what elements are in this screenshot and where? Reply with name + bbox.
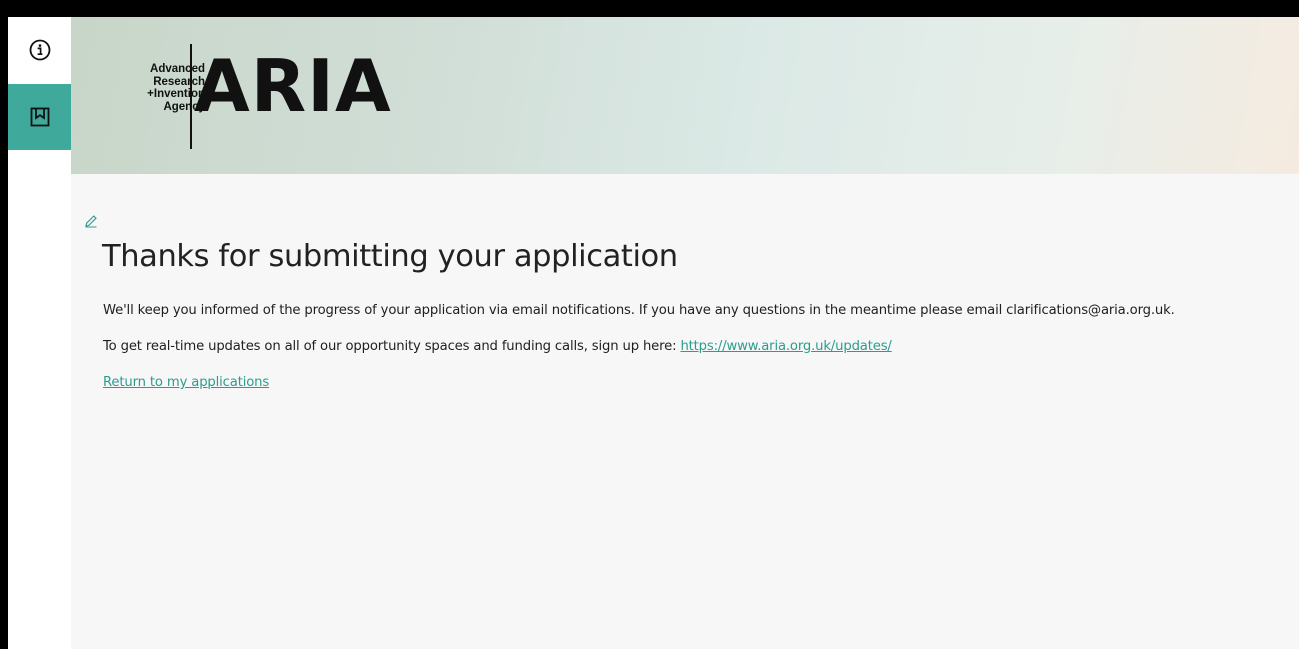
- header-banner: Advanced Research +Invention Agency ARIA: [71, 17, 1299, 174]
- info-paragraph: We'll keep you informed of the progress …: [103, 303, 1175, 318]
- bookmark-icon: [30, 107, 49, 127]
- logo-divider: [190, 44, 192, 149]
- sidebar: [8, 17, 71, 649]
- main-content: Advanced Research +Invention Agency ARIA…: [71, 17, 1299, 649]
- updates-paragraph: To get real-time updates on all of our o…: [103, 339, 892, 354]
- pencil-icon[interactable]: [84, 214, 98, 228]
- updates-text: To get real-time updates on all of our o…: [103, 339, 677, 354]
- updates-link[interactable]: https://www.aria.org.uk/updates/: [680, 339, 891, 354]
- info-circle-icon: [29, 39, 50, 61]
- page-title: Thanks for submitting your application: [102, 239, 678, 274]
- bookmark-button[interactable]: [8, 84, 71, 150]
- app-window: Advanced Research +Invention Agency ARIA…: [8, 17, 1299, 649]
- info-button[interactable]: [8, 17, 71, 83]
- logo-wordmark: ARIA: [194, 44, 392, 128]
- return-to-applications-link[interactable]: Return to my applications: [103, 375, 269, 390]
